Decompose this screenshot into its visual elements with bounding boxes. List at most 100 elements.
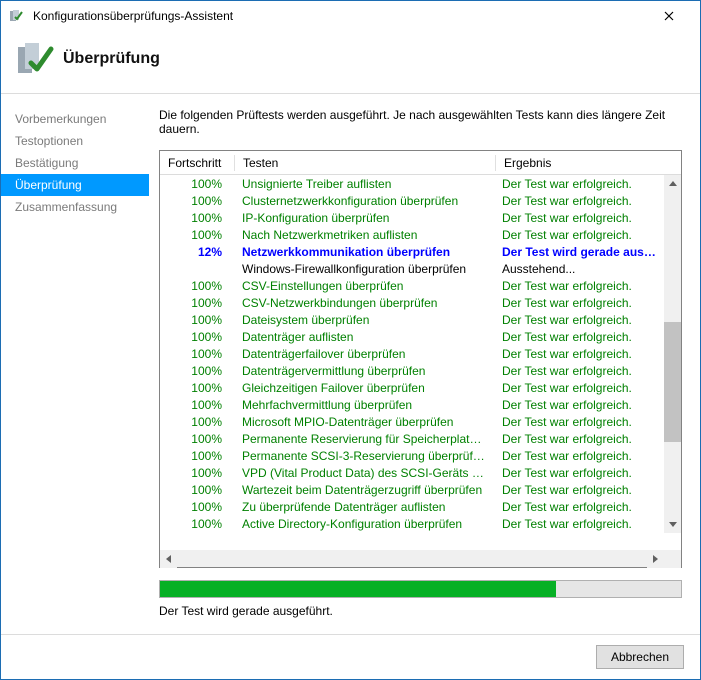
table-body: 100%Unsignierte Treiber auflistenDer Tes… bbox=[160, 175, 681, 550]
progressbar-fill bbox=[160, 581, 556, 597]
table-row[interactable]: 100%Unsignierte Treiber auflistenDer Tes… bbox=[160, 175, 664, 192]
cell-result: Der Test war erfolgreich. bbox=[494, 313, 664, 327]
cell-test: Dateisystem überprüfen bbox=[234, 313, 494, 327]
cell-result: Der Test war erfolgreich. bbox=[494, 177, 664, 191]
scroll-right-button[interactable] bbox=[647, 551, 664, 568]
wizard-footer: Abbrechen bbox=[1, 634, 700, 679]
cell-test: Permanente SCSI-3-Reservierung überprüfe… bbox=[234, 449, 494, 463]
cell-progress: 100% bbox=[160, 313, 234, 327]
table-row[interactable]: 100%Dateisystem überprüfenDer Test war e… bbox=[160, 311, 664, 328]
cell-result: Der Test war erfolgreich. bbox=[494, 228, 664, 242]
overall-progressbar bbox=[159, 580, 682, 598]
cell-progress: 100% bbox=[160, 466, 234, 480]
table-row[interactable]: 100%Active Directory-Konfiguration überp… bbox=[160, 515, 664, 532]
cell-test: Zu überprüfende Datenträger auflisten bbox=[234, 500, 494, 514]
cell-progress: 100% bbox=[160, 330, 234, 344]
cell-test: Mehrfachvermittlung überprüfen bbox=[234, 398, 494, 412]
cell-progress: 100% bbox=[160, 279, 234, 293]
scroll-down-button[interactable] bbox=[664, 516, 681, 533]
cell-test: IP-Konfiguration überprüfen bbox=[234, 211, 494, 225]
cell-progress: 100% bbox=[160, 483, 234, 497]
table-row[interactable]: 100%IP-Konfiguration überprüfenDer Test … bbox=[160, 209, 664, 226]
cell-progress: 100% bbox=[160, 381, 234, 395]
cell-test: Nach Netzwerkmetriken auflisten bbox=[234, 228, 494, 242]
col-test[interactable]: Testen bbox=[235, 152, 495, 174]
cell-progress: 100% bbox=[160, 364, 234, 378]
table-row[interactable]: 100%Nach Netzwerkmetriken auflistenDer T… bbox=[160, 226, 664, 243]
sidebar-item-1[interactable]: Testoptionen bbox=[1, 130, 149, 152]
wizard-body: VorbemerkungenTestoptionenBestätigungÜbe… bbox=[1, 94, 700, 634]
table-row[interactable]: 100%CSV-Netzwerkbindungen überprüfenDer … bbox=[160, 294, 664, 311]
cell-progress: 100% bbox=[160, 449, 234, 463]
cell-test: Active Directory-Konfiguration überprüfe… bbox=[234, 517, 494, 531]
cell-test: CSV-Einstellungen überprüfen bbox=[234, 279, 494, 293]
sidebar-item-4[interactable]: Zusammenfassung bbox=[1, 196, 149, 218]
cell-result: Der Test war erfolgreich. bbox=[494, 466, 664, 480]
table-row[interactable]: 100%CSV-Einstellungen überprüfenDer Test… bbox=[160, 277, 664, 294]
instruction-text: Die folgenden Prüftests werden ausgeführ… bbox=[159, 108, 682, 136]
col-result[interactable]: Ergebnis bbox=[496, 152, 681, 174]
sidebar-item-0[interactable]: Vorbemerkungen bbox=[1, 108, 149, 130]
table-header: Fortschritt Testen Ergebnis bbox=[160, 151, 681, 175]
cell-test: Windows-Firewallkonfiguration überprüfen bbox=[234, 262, 494, 276]
vscroll-thumb[interactable] bbox=[664, 322, 681, 442]
wizard-step-icon bbox=[15, 39, 55, 79]
cell-result: Der Test war erfolgreich. bbox=[494, 194, 664, 208]
cell-result: Der Test war erfolgreich. bbox=[494, 415, 664, 429]
cell-test: CSV-Netzwerkbindungen überprüfen bbox=[234, 296, 494, 310]
table-row[interactable]: 100%Permanente SCSI-3-Reservierung überp… bbox=[160, 447, 664, 464]
sidebar: VorbemerkungenTestoptionenBestätigungÜbe… bbox=[1, 94, 149, 634]
cell-result: Der Test war erfolgreich. bbox=[494, 449, 664, 463]
col-progress[interactable]: Fortschritt bbox=[160, 152, 234, 174]
table-row[interactable]: 100%Permanente Reservierung für Speicher… bbox=[160, 430, 664, 447]
table-row[interactable]: 100%Microsoft MPIO-Datenträger überprüfe… bbox=[160, 413, 664, 430]
cell-test: Clusternetzwerkkonfiguration überprüfen bbox=[234, 194, 494, 208]
window-title: Konfigurationsüberprüfungs-Assistent bbox=[33, 9, 646, 23]
vertical-scrollbar[interactable] bbox=[664, 175, 681, 533]
wizard-header: Überprüfung bbox=[1, 31, 700, 93]
cell-result: Der Test war erfolgreich. bbox=[494, 330, 664, 344]
table-row[interactable]: 100%Wartezeit beim Datenträgerzugriff üb… bbox=[160, 481, 664, 498]
cell-test: VPD (Vital Product Data) des SCSI-Geräts… bbox=[234, 466, 494, 480]
main-panel: Die folgenden Prüftests werden ausgeführ… bbox=[149, 94, 700, 634]
app-icon bbox=[9, 8, 25, 24]
cell-result: Der Test war erfolgreich. bbox=[494, 483, 664, 497]
cell-test: Unsignierte Treiber auflisten bbox=[234, 177, 494, 191]
cell-test: Gleichzeitigen Failover überprüfen bbox=[234, 381, 494, 395]
cell-test: Microsoft MPIO-Datenträger überprüfen bbox=[234, 415, 494, 429]
table-row[interactable]: 100%Mehrfachvermittlung überprüfenDer Te… bbox=[160, 396, 664, 413]
close-button[interactable] bbox=[646, 1, 692, 31]
cell-result: Der Test war erfolgreich. bbox=[494, 517, 664, 531]
table-row[interactable]: 100%Datenträgervermittlung überprüfenDer… bbox=[160, 362, 664, 379]
scroll-corner bbox=[664, 551, 681, 568]
vscroll-track[interactable] bbox=[664, 192, 681, 516]
cancel-button[interactable]: Abbrechen bbox=[596, 645, 684, 669]
cell-progress: 100% bbox=[160, 432, 234, 446]
table-row[interactable]: 100%VPD (Vital Product Data) des SCSI-Ge… bbox=[160, 464, 664, 481]
cell-result: Der Test war erfolgreich. bbox=[494, 398, 664, 412]
wizard-step-title: Überprüfung bbox=[63, 50, 160, 68]
scroll-up-button[interactable] bbox=[664, 175, 681, 192]
progress-caption: Der Test wird gerade ausgeführt. bbox=[159, 604, 682, 618]
cell-test: Datenträgervermittlung überprüfen bbox=[234, 364, 494, 378]
titlebar: Konfigurationsüberprüfungs-Assistent bbox=[1, 1, 700, 31]
horizontal-scrollbar[interactable] bbox=[160, 550, 681, 567]
table-row[interactable]: 12%Netzwerkkommunikation überprüfenDer T… bbox=[160, 243, 664, 260]
scroll-left-button[interactable] bbox=[160, 551, 177, 568]
cell-result: Der Test war erfolgreich. bbox=[494, 381, 664, 395]
cell-progress: 100% bbox=[160, 194, 234, 208]
cell-progress: 12% bbox=[160, 245, 234, 259]
cell-test: Wartezeit beim Datenträgerzugriff überpr… bbox=[234, 483, 494, 497]
table-row[interactable]: 100%Zu überprüfende Datenträger aufliste… bbox=[160, 498, 664, 515]
table-row[interactable]: 100%Datenträgerfailover überprüfenDer Te… bbox=[160, 345, 664, 362]
table-row[interactable]: 100%Gleichzeitigen Failover überprüfenDe… bbox=[160, 379, 664, 396]
cell-progress: 100% bbox=[160, 347, 234, 361]
table-row[interactable]: 100%Clusternetzwerkkonfiguration überprü… bbox=[160, 192, 664, 209]
cell-progress: 100% bbox=[160, 211, 234, 225]
cell-test: Datenträgerfailover überprüfen bbox=[234, 347, 494, 361]
table-row[interactable]: 100%Datenträger auflistenDer Test war er… bbox=[160, 328, 664, 345]
sidebar-item-3[interactable]: Überprüfung bbox=[1, 174, 149, 196]
sidebar-item-2[interactable]: Bestätigung bbox=[1, 152, 149, 174]
wizard-window: Konfigurationsüberprüfungs-Assistent Übe… bbox=[0, 0, 701, 680]
table-row[interactable]: Windows-Firewallkonfiguration überprüfen… bbox=[160, 260, 664, 277]
